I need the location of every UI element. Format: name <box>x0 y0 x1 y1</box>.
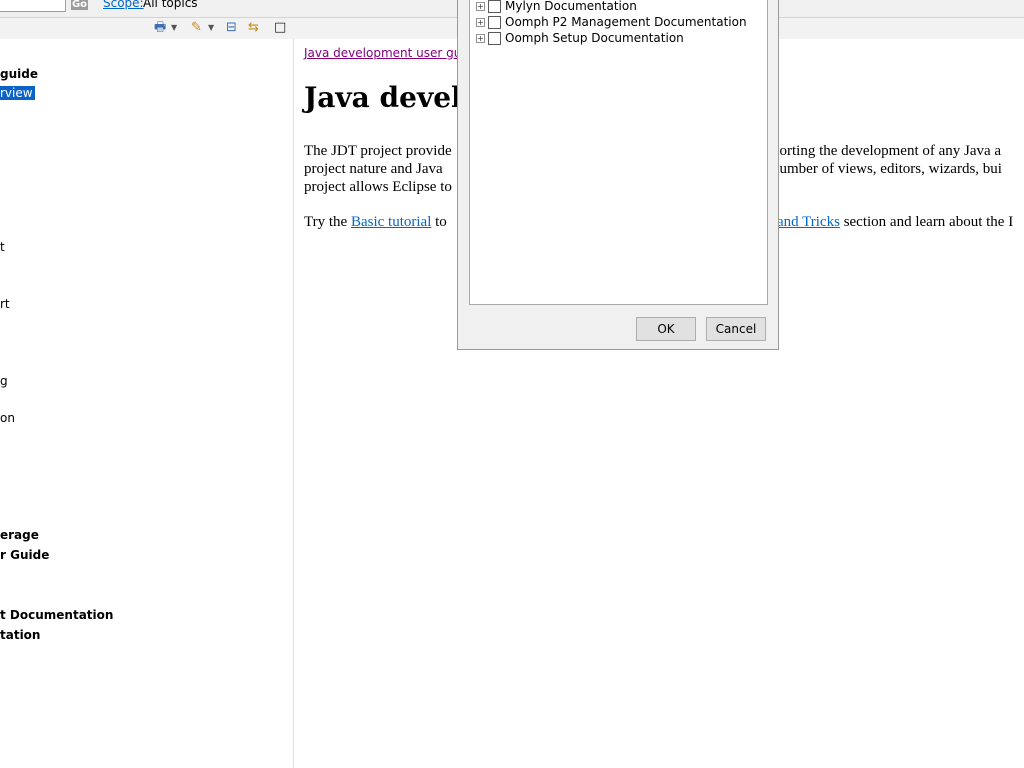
printable-icon[interactable]: 🖶 <box>154 20 166 36</box>
tree-item-label: Oomph Setup Documentation <box>505 31 684 45</box>
table-of-contents: guide rview t rt g on erage r Guide t Do… <box>0 39 294 768</box>
tree-item-label: Oomph P2 Management Documentation <box>505 15 747 29</box>
expand-icon[interactable]: + <box>476 18 485 27</box>
scope-link[interactable]: Scope: <box>103 0 144 10</box>
intro-paragraph-line: project allows Eclipse to <box>304 179 452 195</box>
expand-icon[interactable]: + <box>476 34 485 43</box>
tutorial-prefix: Try the <box>304 214 351 230</box>
cancel-button[interactable]: Cancel <box>706 317 766 341</box>
ok-button[interactable]: OK <box>636 317 696 341</box>
toc-item-selected[interactable]: rview <box>0 86 35 100</box>
tutorial-paragraph-tail: and Tricks section and learn about the I <box>777 213 1013 231</box>
intro-paragraph-line: number of views, editors, wizards, bui <box>772 161 1002 177</box>
tree-item[interactable]: + Oomph P2 Management Documentation <box>470 15 765 31</box>
tree-item[interactable]: + Mylyn Documentation <box>470 0 765 15</box>
toc-item[interactable]: t Documentation <box>0 608 113 622</box>
tutorial-middle: to <box>431 214 447 230</box>
print-dropdown-icon[interactable]: ▼ <box>171 20 177 36</box>
basic-tutorial-link[interactable]: Basic tutorial <box>351 214 431 230</box>
toc-item[interactable]: g <box>0 374 8 388</box>
tutorial-suffix: section and learn about the I <box>839 214 1014 230</box>
tree-item-label: Mylyn Documentation <box>505 0 637 13</box>
toc-item[interactable]: on <box>0 411 15 425</box>
toc-item[interactable]: r Guide <box>0 548 49 562</box>
expand-icon[interactable]: + <box>476 2 485 11</box>
tips-and-tricks-link[interactable]: and Tricks <box>777 214 840 230</box>
toc-item[interactable]: rt <box>0 297 10 311</box>
intro-paragraph-line: The JDT project provide <box>304 143 452 159</box>
collapse-icon[interactable]: ⊟ <box>226 20 237 36</box>
scope-value: All topics <box>143 0 198 10</box>
page-title: Java develo <box>304 81 481 114</box>
go-button[interactable]: Go <box>71 0 88 10</box>
highlight-dropdown-icon[interactable]: ▼ <box>208 20 214 36</box>
scope-dialog: + Mylyn Documentation + Oomph P2 Managem… <box>457 0 779 350</box>
toc-item[interactable]: erage <box>0 528 39 542</box>
highlight-search-icon[interactable]: ✎ <box>191 20 202 36</box>
link-with-contents-icon[interactable]: ⇆ <box>248 20 259 36</box>
search-input[interactable] <box>0 0 66 12</box>
toc-item[interactable]: guide <box>0 67 38 81</box>
maximize-icon[interactable]: □ <box>274 20 286 36</box>
tree-item[interactable]: + Oomph Setup Documentation <box>470 31 765 47</box>
intro-paragraph-line: project nature and Java <box>304 161 443 177</box>
toc-item[interactable]: tation <box>0 628 40 642</box>
checkbox[interactable] <box>488 0 501 13</box>
toc-item[interactable]: t <box>0 240 5 254</box>
checkbox[interactable] <box>488 32 501 45</box>
tutorial-paragraph: Try the Basic tutorial to <box>304 213 447 231</box>
documentation-tree: + Mylyn Documentation + Oomph P2 Managem… <box>469 0 768 305</box>
breadcrumb-link[interactable]: Java development user guide <box>304 46 480 60</box>
intro-paragraph-line: porting the development of any Java a <box>772 143 1002 159</box>
checkbox[interactable] <box>488 16 501 29</box>
